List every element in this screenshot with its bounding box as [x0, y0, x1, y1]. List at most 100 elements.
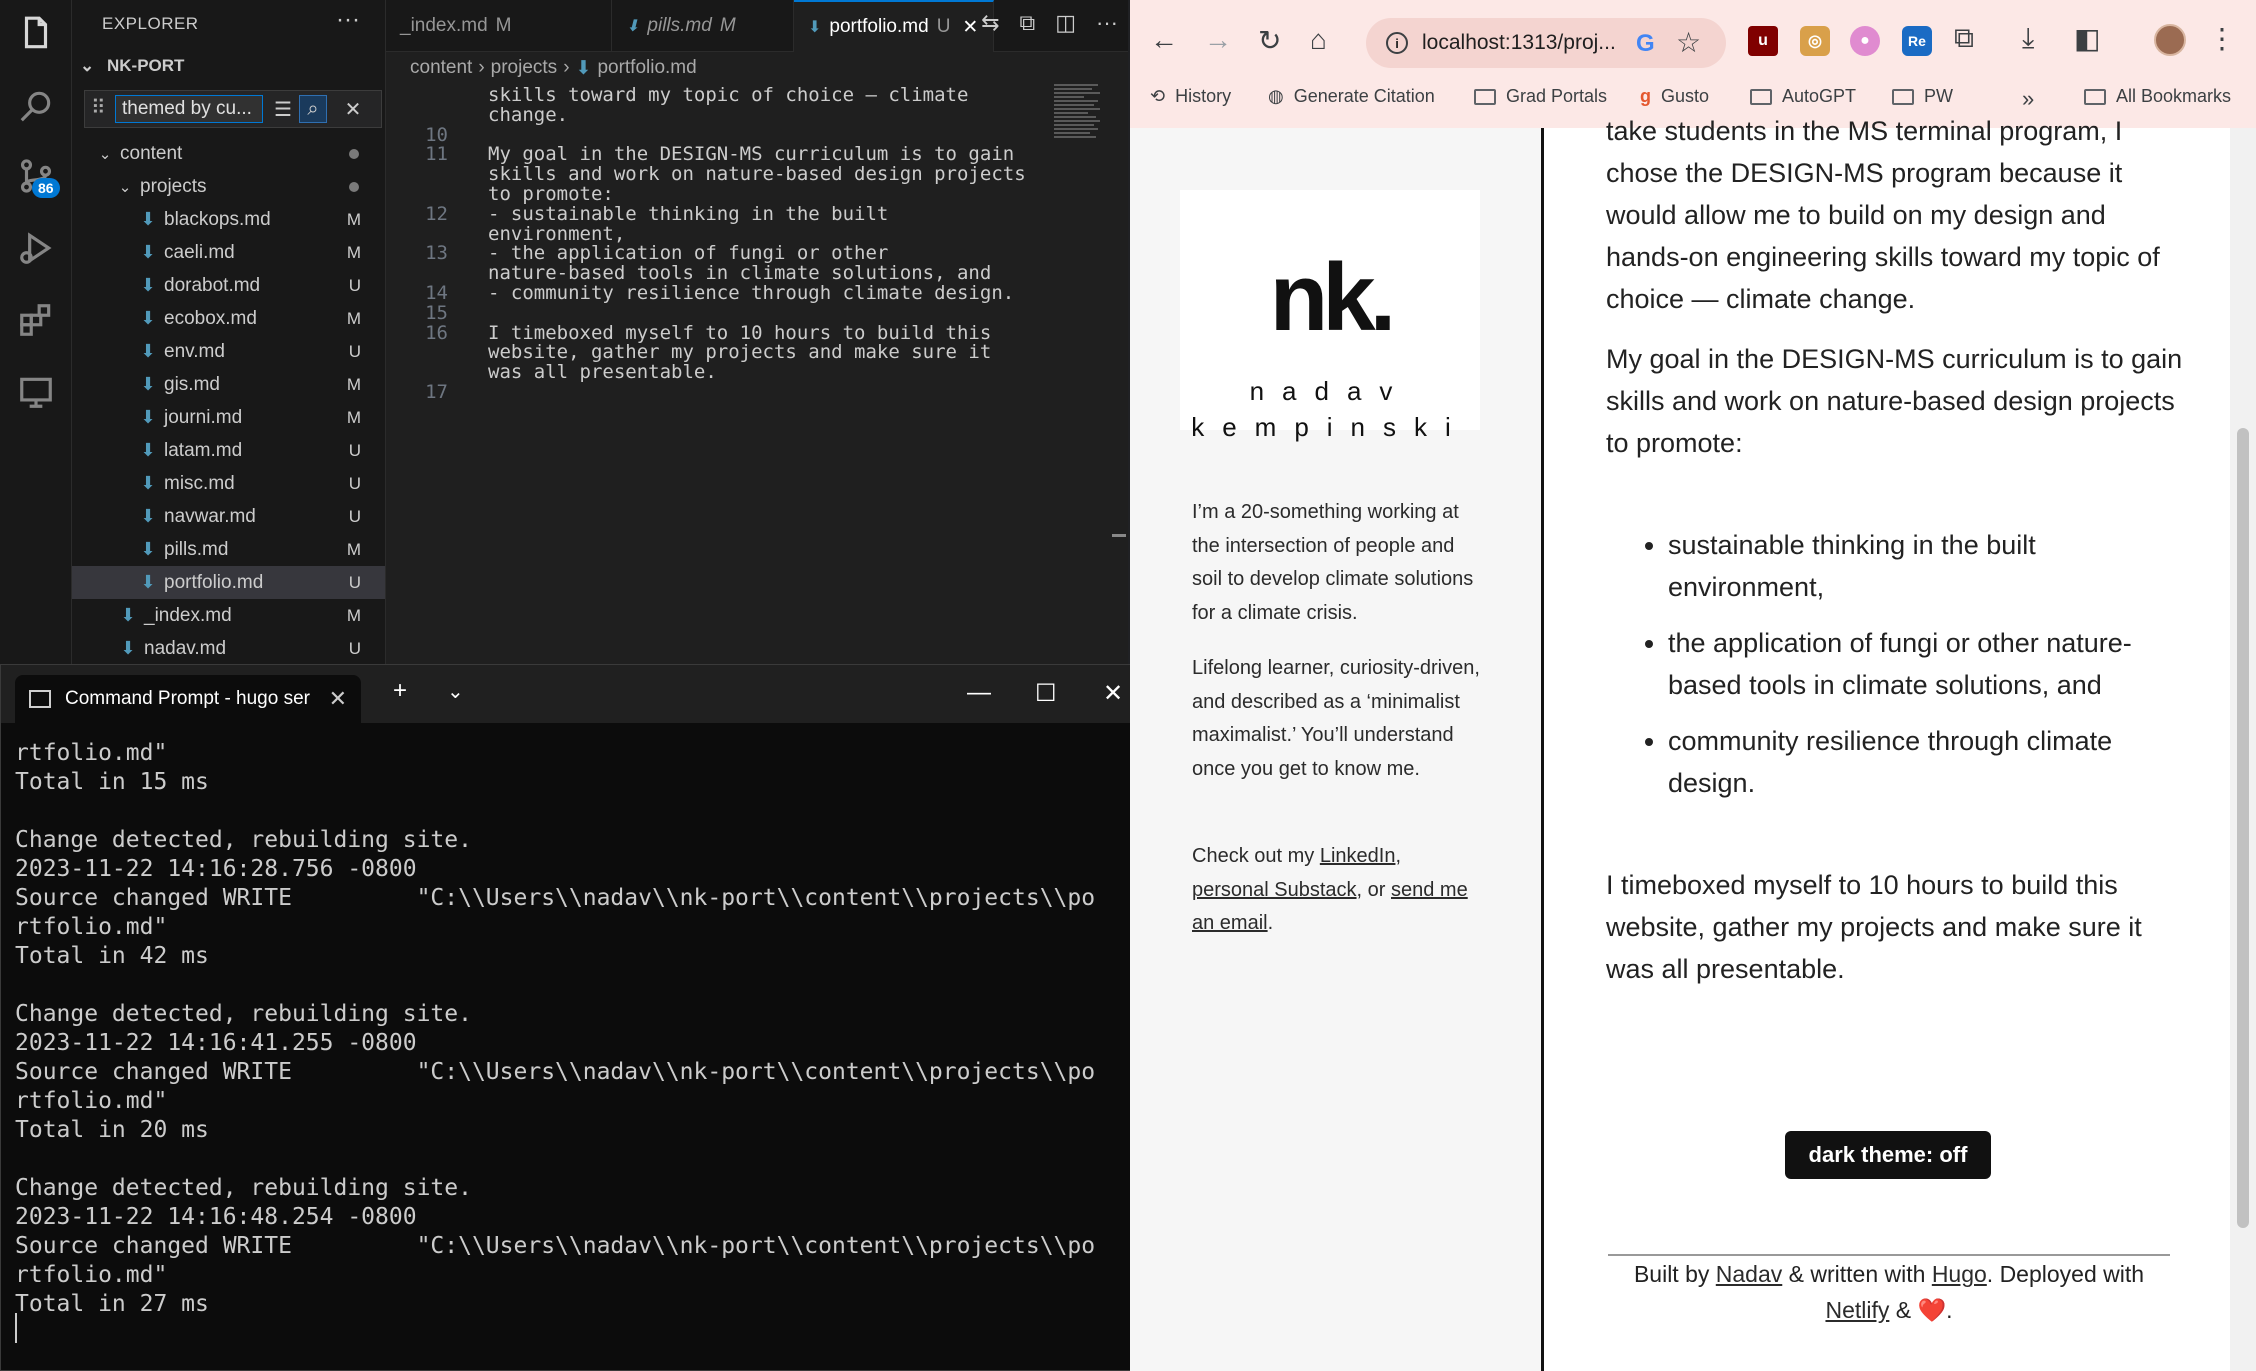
- tree-file[interactable]: ⬇ latam.md U: [72, 434, 385, 467]
- filter-icon[interactable]: ☰: [269, 95, 297, 123]
- list-item: sustainable thinking in the built enviro…: [1668, 524, 2186, 608]
- page-scrollbar[interactable]: [2230, 128, 2256, 1371]
- close-icon[interactable]: ✕: [329, 686, 347, 712]
- menu-icon[interactable]: ⋮: [2208, 22, 2236, 55]
- tree-file[interactable]: ⬇ dorabot.md U: [72, 269, 385, 302]
- linkedin-link[interactable]: LinkedIn: [1320, 845, 1396, 867]
- separator: ,: [1395, 845, 1402, 867]
- tree-file[interactable]: ⬇ ecobox.md M: [72, 302, 385, 335]
- bookmark-gusto[interactable]: g Gusto: [1640, 86, 1709, 107]
- ublock-icon[interactable]: u: [1748, 26, 1778, 56]
- terminal-line: Change detected, rebuilding site.: [15, 827, 472, 853]
- git-status: U: [348, 638, 361, 658]
- back-icon[interactable]: ←: [1150, 24, 1178, 56]
- address-bar[interactable]: i localhost:1313/proj...: [1366, 18, 1726, 68]
- avatar[interactable]: [2154, 24, 2186, 56]
- git-status: M: [346, 539, 361, 559]
- readcube-icon[interactable]: Re: [1902, 26, 1932, 56]
- markdown-file-icon: ⬇: [140, 374, 156, 394]
- markdown-file-icon: ⬇: [140, 473, 156, 493]
- netlify-link[interactable]: Netlify: [1825, 1297, 1889, 1323]
- explorer-more-button[interactable]: ···: [336, 6, 360, 34]
- extension-icon[interactable]: ◎: [1800, 26, 1830, 56]
- substack-link[interactable]: personal Substack: [1192, 879, 1357, 901]
- tree-file[interactable]: ⬇ env.md U: [72, 335, 385, 368]
- close-icon[interactable]: ✕: [339, 95, 367, 123]
- dark-theme-toggle-button[interactable]: dark theme: off: [1785, 1131, 1991, 1179]
- markdown-file-icon: ⬇: [140, 506, 156, 526]
- workspace-root-label: NK-PORT: [106, 56, 185, 75]
- author-link[interactable]: Nadav: [1716, 1261, 1782, 1287]
- split-editor-icon[interactable]: ◫: [1055, 10, 1076, 36]
- logo[interactable]: nk. nadav kempinski: [1180, 190, 1480, 442]
- article-paragraph: I timeboxed myself to 10 hours to build …: [1606, 870, 2142, 984]
- drag-handle-icon[interactable]: ⠿: [91, 95, 106, 120]
- tree-folder[interactable]: ⌄ projects: [72, 170, 385, 203]
- hugo-link[interactable]: Hugo: [1932, 1261, 1987, 1287]
- search-icon[interactable]: [14, 84, 58, 128]
- editor-scrollbar[interactable]: [1108, 84, 1126, 664]
- terminal-output[interactable]: rtfolio.md" Total in 15 ms Change detected…: [15, 739, 1135, 1319]
- extension-icon[interactable]: ●: [1850, 26, 1880, 56]
- tree-file[interactable]: ⬇ nadav.md U: [72, 632, 385, 665]
- terminal-tab[interactable]: Command Prompt - hugo ser ✕: [15, 675, 361, 723]
- extensions-puzzle-icon[interactable]: ⧉: [1954, 22, 1974, 55]
- breadcrumb-item[interactable]: projects: [491, 57, 558, 79]
- remote-explorer-icon[interactable]: [14, 370, 58, 414]
- more-actions-icon[interactable]: ···: [1096, 10, 1118, 36]
- maximize-icon[interactable]: ☐: [1035, 679, 1057, 708]
- minimap[interactable]: [1054, 84, 1106, 154]
- scrollbar-thumb[interactable]: [2237, 428, 2249, 1228]
- site-info-icon[interactable]: i: [1386, 32, 1408, 54]
- fuzzy-match-icon[interactable]: ⌕: [299, 95, 327, 123]
- run-debug-icon[interactable]: [14, 226, 58, 270]
- reload-icon[interactable]: ↻: [1258, 24, 1281, 57]
- tree-file[interactable]: ⬇ misc.md U: [72, 467, 385, 500]
- compare-changes-icon[interactable]: ⇆: [981, 10, 999, 36]
- tab-label: _index.md: [400, 15, 488, 36]
- home-icon[interactable]: ⌂: [1310, 24, 1327, 56]
- bookmarks-overflow-button[interactable]: »: [2022, 86, 2034, 112]
- side-panel-icon[interactable]: ◧: [2074, 22, 2100, 55]
- tree-file[interactable]: ⬇ gis.md M: [72, 368, 385, 401]
- tree-file[interactable]: ⬇ navwar.md U: [72, 500, 385, 533]
- close-icon[interactable]: ✕: [962, 16, 978, 39]
- bookmark-pw[interactable]: PW: [1892, 86, 1953, 107]
- breadcrumb-item[interactable]: portfolio.md: [597, 57, 696, 79]
- terminal-line: rtfolio.md": [15, 740, 168, 766]
- tree-file[interactable]: ⬇ blackops.md M: [72, 203, 385, 236]
- line-number: 10: [425, 123, 448, 146]
- bookmark-star-icon[interactable]: ☆: [1676, 26, 1701, 59]
- new-tab-icon[interactable]: +: [393, 677, 407, 705]
- code-editor[interactable]: skills toward my topic of choice — clima…: [386, 84, 1106, 664]
- workspace-root[interactable]: ⌄ NK-PORT: [80, 56, 184, 76]
- forward-icon[interactable]: →: [1204, 24, 1232, 56]
- tab-index[interactable]: _index.md M: [386, 0, 612, 52]
- bookmark-all-bookmarks[interactable]: All Bookmarks: [2084, 86, 2231, 107]
- chevron-down-icon[interactable]: ⌄: [447, 679, 464, 704]
- explorer-icon[interactable]: [14, 12, 58, 56]
- tree-file[interactable]: ⬇ caeli.md M: [72, 236, 385, 269]
- download-icon[interactable]: ⤓: [2022, 22, 2034, 55]
- breadcrumb-item[interactable]: content: [410, 57, 472, 79]
- open-preview-icon[interactable]: ⧉: [1020, 10, 1036, 36]
- tree-file[interactable]: ⬇ journi.md M: [72, 401, 385, 434]
- profile-sidebar: nk. nadav kempinski I’m a 20-something w…: [1130, 128, 1544, 1371]
- tree-file[interactable]: ⬇ _index.md M: [72, 599, 385, 632]
- google-lens-icon[interactable]: G: [1636, 30, 1655, 58]
- bookmark-generate-citation[interactable]: ◍ Generate Citation: [1268, 86, 1435, 107]
- tree-file[interactable]: ⬇ portfolio.md U: [72, 566, 385, 599]
- bookmark-autogpt[interactable]: AutoGPT: [1750, 86, 1856, 107]
- tree-folder[interactable]: ⌄ content: [72, 137, 385, 170]
- close-window-icon[interactable]: ✕: [1103, 679, 1123, 708]
- tree-file[interactable]: ⬇ pills.md M: [72, 533, 385, 566]
- bookmark-history[interactable]: ⟲ History: [1150, 86, 1231, 107]
- tab-pills[interactable]: ⬇ pills.md M: [612, 0, 794, 52]
- minimize-icon[interactable]: —: [967, 679, 991, 707]
- bookmark-grad-portals[interactable]: Grad Portals: [1474, 86, 1607, 107]
- chevron-down-icon: ⌄: [80, 56, 95, 75]
- extensions-icon[interactable]: [14, 298, 58, 342]
- tab-portfolio[interactable]: ⬇ portfolio.md U ✕: [794, 0, 994, 52]
- tree-filter-input[interactable]: themed by cu...: [115, 95, 263, 123]
- git-status: M: [346, 209, 361, 229]
